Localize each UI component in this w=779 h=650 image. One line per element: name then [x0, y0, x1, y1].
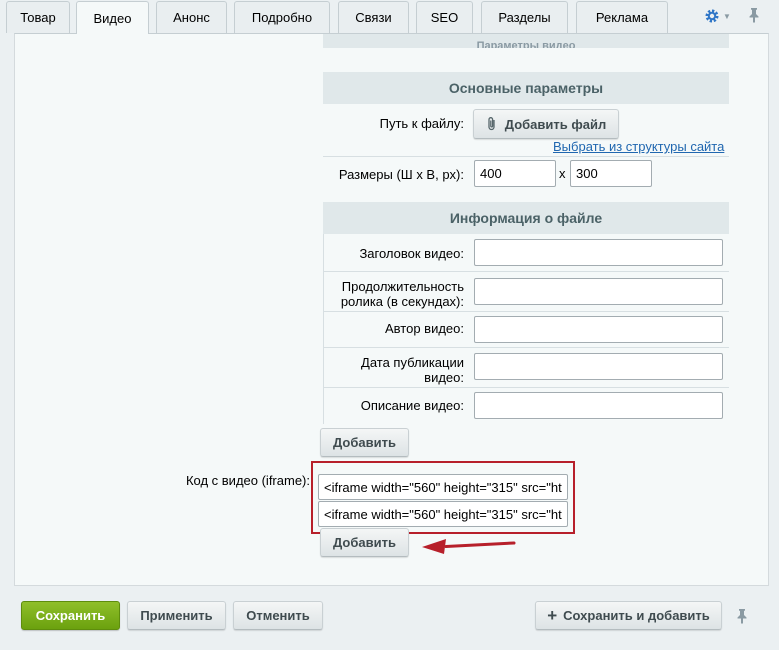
- author-input[interactable]: [474, 316, 723, 343]
- apply-button[interactable]: Применить: [127, 601, 226, 630]
- save-button[interactable]: Сохранить: [21, 601, 120, 630]
- video-title-label: Заголовок видео:: [359, 246, 464, 261]
- pub-date-label-line1: Дата публикации: [361, 355, 464, 370]
- cancel-button[interactable]: Отменить: [233, 601, 323, 630]
- add-file-info-button[interactable]: Добавить: [320, 428, 409, 457]
- size-separator: x: [559, 166, 566, 181]
- pin-icon[interactable]: [736, 608, 748, 628]
- divider: [323, 271, 729, 272]
- description-label: Описание видео:: [360, 398, 464, 413]
- choose-from-structure-link[interactable]: Выбрать из структуры сайта: [553, 139, 724, 154]
- iframe-code-input-2[interactable]: <iframe width="560" height="315" src="ht: [318, 501, 568, 527]
- duration-input[interactable]: [474, 278, 723, 305]
- tab-video[interactable]: Видео: [76, 1, 149, 34]
- tab-ads[interactable]: Реклама: [576, 1, 668, 33]
- gear-icon-shape: [705, 9, 719, 23]
- tab-sections[interactable]: Разделы: [481, 1, 568, 33]
- iframe-code-input-1[interactable]: <iframe width="560" height="315" src="ht: [318, 474, 568, 500]
- pub-date-label: Дата публикации видео:: [361, 355, 464, 385]
- video-title-input[interactable]: [474, 239, 723, 266]
- divider: [323, 234, 324, 424]
- chevron-down-icon: ▼: [723, 11, 731, 21]
- size-label: Размеры (Ш х В, px):: [338, 167, 464, 182]
- file-path-label: Путь к файлу:: [379, 116, 464, 131]
- duration-label-line1: Продолжительность: [341, 279, 464, 294]
- pub-date-input[interactable]: [474, 353, 723, 380]
- tab-product[interactable]: Товар: [6, 1, 70, 33]
- pin-icon[interactable]: [748, 7, 760, 27]
- paperclip-icon: [488, 117, 495, 131]
- save-and-add-button[interactable]: + Сохранить и добавить: [535, 601, 722, 630]
- save-and-add-label: Сохранить и добавить: [563, 608, 710, 623]
- tab-details[interactable]: Подробно: [234, 1, 330, 33]
- width-input[interactable]: 400: [474, 160, 556, 187]
- iframe-code-label: Код с видео (iframe):: [185, 473, 310, 488]
- main-params-header: Основные параметры: [323, 72, 729, 104]
- video-params-section-header: Параметры видео: [323, 34, 729, 48]
- tab-seo[interactable]: SEO: [416, 1, 473, 33]
- add-file-button[interactable]: Добавить файл: [473, 109, 619, 139]
- duration-label-line2: ролика (в секундах):: [340, 294, 464, 309]
- divider: [323, 156, 729, 157]
- add-file-label: Добавить файл: [504, 116, 607, 132]
- file-info-header: Информация о файле: [323, 202, 729, 234]
- arrow-annotation-icon: [422, 539, 516, 554]
- plus-icon: +: [547, 606, 558, 625]
- duration-label: Продолжительность ролика (в секундах):: [341, 279, 464, 309]
- author-label: Автор видео:: [385, 321, 464, 336]
- description-input[interactable]: [474, 392, 723, 419]
- gear-icon[interactable]: ▼: [704, 7, 734, 25]
- add-iframe-button[interactable]: Добавить: [320, 528, 409, 557]
- pub-date-label-line2: видео:: [424, 370, 464, 385]
- divider: [323, 311, 729, 312]
- height-input[interactable]: 300: [570, 160, 652, 187]
- tab-announce[interactable]: Анонс: [156, 1, 227, 33]
- tab-links[interactable]: Связи: [338, 1, 409, 33]
- divider: [323, 347, 729, 348]
- divider: [323, 387, 729, 388]
